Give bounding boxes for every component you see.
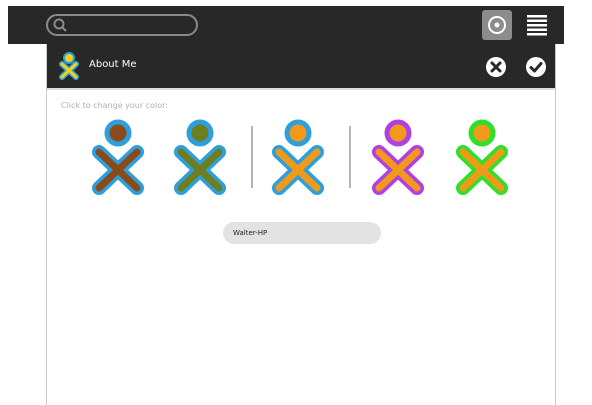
name-input[interactable]: Walter-HP <box>223 222 381 244</box>
dialog-titlebar: About Me <box>47 44 555 88</box>
color-option-5[interactable] <box>453 118 511 200</box>
color-option-2[interactable] <box>171 118 229 200</box>
cancel-button[interactable] <box>485 56 507 78</box>
xo-color-icon <box>92 119 144 195</box>
color-divider-left <box>251 126 253 188</box>
xo-color-icon <box>456 119 508 195</box>
home-view-button[interactable] <box>482 10 512 40</box>
ok-button[interactable] <box>525 56 547 78</box>
ok-icon <box>525 57 547 82</box>
xo-icon <box>57 52 81 84</box>
color-option-4[interactable] <box>369 118 427 200</box>
dialog-title: About Me <box>89 59 137 70</box>
color-option-current[interactable] <box>269 118 327 200</box>
top-toolbar <box>8 6 564 44</box>
xo-color-icon <box>174 119 226 195</box>
xo-color-icon <box>272 119 324 195</box>
color-prompt: Click to change your color: <box>61 101 168 110</box>
xo-color-icon <box>372 119 424 195</box>
list-view-button[interactable] <box>524 12 550 38</box>
color-option-1[interactable] <box>89 118 147 200</box>
title-separator <box>47 88 555 90</box>
cancel-icon <box>485 57 507 82</box>
search-input[interactable] <box>70 17 194 35</box>
about-me-dialog: About Me Click to change your color: Wal… <box>46 44 556 405</box>
search-field[interactable] <box>46 14 198 36</box>
color-divider-right <box>349 126 351 188</box>
